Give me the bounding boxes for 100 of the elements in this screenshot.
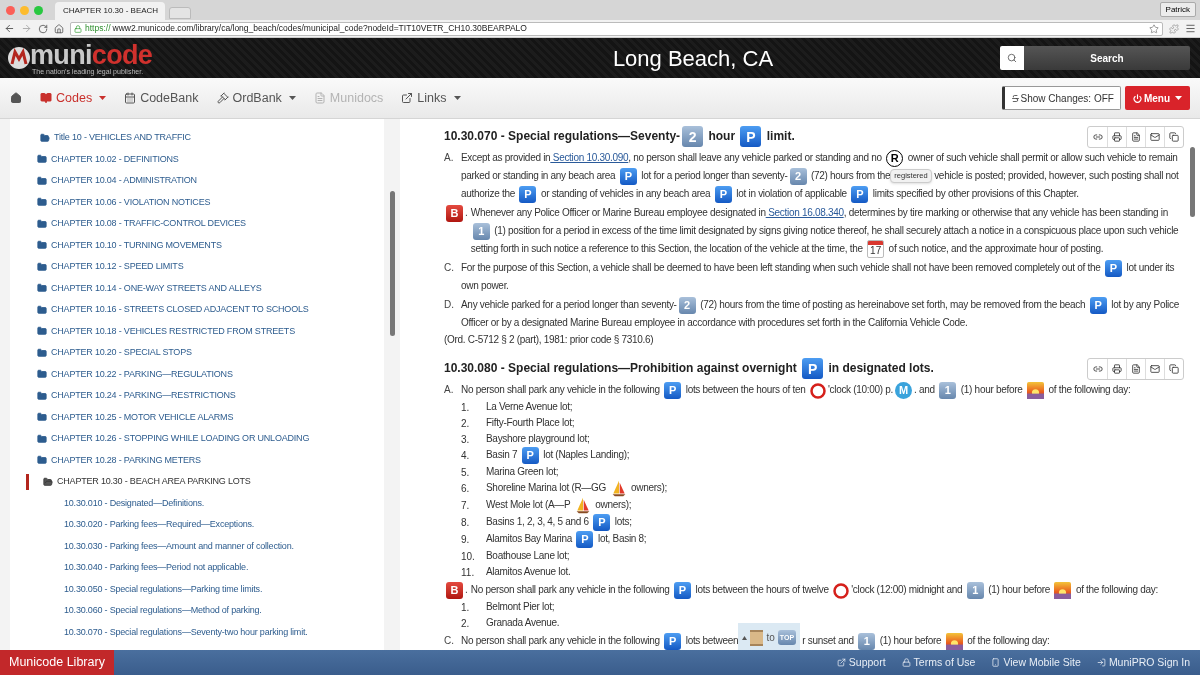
number-key-icon: 1 xyxy=(966,582,984,600)
section-title: 10.30.070 - Special regulations—Seventy- 2 hour P limit. xyxy=(444,126,795,147)
list-item-text: Belmont Pier lot; xyxy=(485,600,555,615)
selection-bar xyxy=(26,473,29,490)
folder-icon xyxy=(43,476,53,487)
search-field[interactable] xyxy=(1000,46,1024,70)
section-title: 10.30.080 - Special regulations—Prohibition against overnight P in designated lots. xyxy=(444,358,934,380)
folder-icon xyxy=(37,175,47,186)
nav-link[interactable]: Links xyxy=(401,88,461,108)
tree-item[interactable]: Title 10 - VEHICLES AND TRAFFIC xyxy=(40,127,385,149)
paragraph-marker: B . xyxy=(444,204,471,259)
tree-item[interactable]: CHAPTER 10.24 - PARKING—RESTRICTIONS xyxy=(37,389,236,403)
caret-icon xyxy=(1175,96,1182,100)
tree-item[interactable]: CHAPTER 10.18 - VEHICLES RESTRICTED FROM STREETS xyxy=(37,324,295,338)
city-title: Long Beach, CA xyxy=(612,44,774,73)
tree-item[interactable]: CHAPTER 10.14 - ONE-WAY STREETS AND ALLEYS xyxy=(37,281,262,295)
footer-link[interactable]: Terms of Use xyxy=(901,654,976,671)
scrollbar[interactable] xyxy=(1190,147,1195,217)
tree-item[interactable]: CHAPTER 10.12 - SPEED LIMITS xyxy=(37,260,184,274)
parking-sign-icon: P xyxy=(802,358,824,380)
list-number: 8. xyxy=(461,516,471,531)
tree-item[interactable]: 10.30.060 - Special regulations—Method of parking. xyxy=(40,600,385,622)
tree-item[interactable]: CHAPTER 10.25 - MOTOR VEHICLE ALARMS xyxy=(37,410,234,424)
list-item-text: Alamitos Bay Marina P lot, Basin 8; xyxy=(483,531,647,549)
letter-key-icon: B xyxy=(446,582,463,600)
tree-item[interactable]: CHAPTER 10.22 - PARKING—REGULATIONS xyxy=(37,367,233,381)
tree-item[interactable]: 10.30.040 - Parking fees—Period not applicable. xyxy=(40,557,385,579)
paragraph-text: Any vehicle parked for a period longer than seventy- 2 (72) hours from the time of posting as hereinabove set forth, may be removed from the beach P lot by any Police Officer or by a designated Marine Bureau employee in accordance with procedures set forth in the California Vehicle Code. xyxy=(461,296,1180,331)
address-bar[interactable]: https:// www2.municode.com/library/ca/long_beach/codes/municipal_code?nodeId=TIT10VETR_CH10.30BEARPALO xyxy=(70,21,1163,36)
document-icon xyxy=(1131,131,1141,142)
tree-item[interactable]: 10.30.050 - Special regulations—Parking time limits. xyxy=(40,578,385,600)
power-icon xyxy=(1132,93,1142,103)
home-icon[interactable] xyxy=(54,23,64,34)
calendar-icon xyxy=(124,92,137,104)
tree-item[interactable]: CHAPTER 10.02 - DEFINITIONS xyxy=(37,152,179,166)
profile-button[interactable]: Patrick xyxy=(1159,2,1196,17)
registered-icon: R xyxy=(886,149,904,167)
search-button[interactable]: Search xyxy=(1024,46,1190,70)
list-number: 3. xyxy=(461,432,471,447)
bookmark-star-icon[interactable] xyxy=(1149,23,1159,34)
folder-icon xyxy=(40,132,50,143)
url-text: www2.municode.com/library/ca/long_beach/codes/municipal_code?nodeId=TIT10VETR_CH10.30BEARPALO xyxy=(112,22,527,35)
browser-tab[interactable]: CHAPTER 10.30 - BEACH xyxy=(55,2,165,20)
section-link[interactable]: Section 16.08.340 xyxy=(765,207,844,218)
reload-icon[interactable] xyxy=(38,23,48,34)
strikethrough-icon xyxy=(1010,93,1020,103)
folder-icon xyxy=(37,154,47,165)
tree-item[interactable]: CHAPTER 10.08 - TRAFFIC-CONTROL DEVICES xyxy=(37,217,246,231)
nav-link[interactable]: Codes xyxy=(40,88,107,108)
library-button[interactable]: Municode Library xyxy=(0,650,114,675)
paragraph-marker: A. xyxy=(444,383,455,398)
print-icon xyxy=(1112,363,1122,374)
tree-item[interactable]: CHAPTER 10.10 - TURNING MOVEMENTS xyxy=(37,238,222,252)
caret-icon xyxy=(99,96,107,100)
home-link[interactable] xyxy=(10,92,22,104)
list-number: 7. xyxy=(461,499,471,514)
folder-icon xyxy=(37,347,47,358)
menu-icon[interactable] xyxy=(1185,23,1196,34)
gavel-icon xyxy=(216,92,229,104)
number-key-icon: 1 xyxy=(472,222,490,240)
footer-link[interactable]: View Mobile Site xyxy=(991,654,1081,671)
nav-link[interactable]: CodeBank xyxy=(124,88,199,108)
scroll-icon xyxy=(750,629,764,646)
ring-icon xyxy=(809,382,826,399)
tree-item[interactable]: CHAPTER 10.30 - BEACH AREA PARKING LOTS xyxy=(43,475,251,489)
tree-item[interactable]: CHAPTER 10.26 - STOPPING WHILE LOADING OR UNLOADING xyxy=(37,432,310,446)
back-icon[interactable] xyxy=(4,23,15,34)
sailboat-icon xyxy=(610,480,627,498)
scrollbar[interactable] xyxy=(390,191,396,336)
close-window-icon[interactable] xyxy=(6,5,15,15)
footer-link[interactable]: MuniPRO Sign In xyxy=(1096,654,1190,671)
tree-item[interactable]: 10.30.010 - Designated—Definitions. xyxy=(40,492,385,514)
tree-item[interactable]: CHAPTER 10.20 - SPECIAL STOPS xyxy=(37,346,192,360)
list-item-text: Basin 7 P lot (Naples Landing); xyxy=(483,447,630,465)
tree-item[interactable]: CHAPTER 10.28 - PARKING METERS xyxy=(37,453,201,467)
tree-item[interactable]: 10.30.020 - Parking fees—Required—Exceptions. xyxy=(40,514,385,536)
tree-item[interactable]: 10.30.030 - Parking fees—Amount and manner of collection. xyxy=(40,535,385,557)
tree-item[interactable]: 10.30.070 - Special regulations—Seventy-two hour parking limit. xyxy=(40,621,385,643)
home-icon xyxy=(10,92,22,104)
tree-item[interactable]: CHAPTER 10.16 - STREETS CLOSED ADJACENT TO SCHOOLS xyxy=(37,303,309,317)
folder-icon xyxy=(37,326,47,337)
parking-sign-icon: P xyxy=(521,447,539,465)
book-icon xyxy=(40,92,52,104)
list-item-text: La Verne Avenue lot; xyxy=(485,400,573,415)
sign-in-icon xyxy=(1096,658,1106,667)
mail-icon xyxy=(1150,131,1160,142)
logo-text: municode xyxy=(30,41,153,68)
list-item-text: Fifty-Fourth Place lot; xyxy=(485,416,575,431)
nav-link[interactable]: OrdBank xyxy=(216,88,296,108)
show-changes-button[interactable]: Show Changes: OFF xyxy=(1001,86,1121,110)
copy-icon xyxy=(1169,363,1179,374)
footer-link[interactable]: Support xyxy=(836,654,886,671)
parking-sign-icon: P xyxy=(1105,260,1122,278)
external-link-icon xyxy=(836,658,846,667)
menu-button[interactable]: Menu xyxy=(1124,86,1190,110)
parking-sign-icon: P xyxy=(619,167,637,185)
tree-item[interactable]: CHAPTER 10.04 - ADMINISTRATION xyxy=(37,174,197,188)
copy-icon xyxy=(1169,131,1179,142)
letter-key-icon: B xyxy=(446,204,463,222)
tree-item[interactable]: CHAPTER 10.06 - VIOLATION NOTICES xyxy=(37,195,211,209)
